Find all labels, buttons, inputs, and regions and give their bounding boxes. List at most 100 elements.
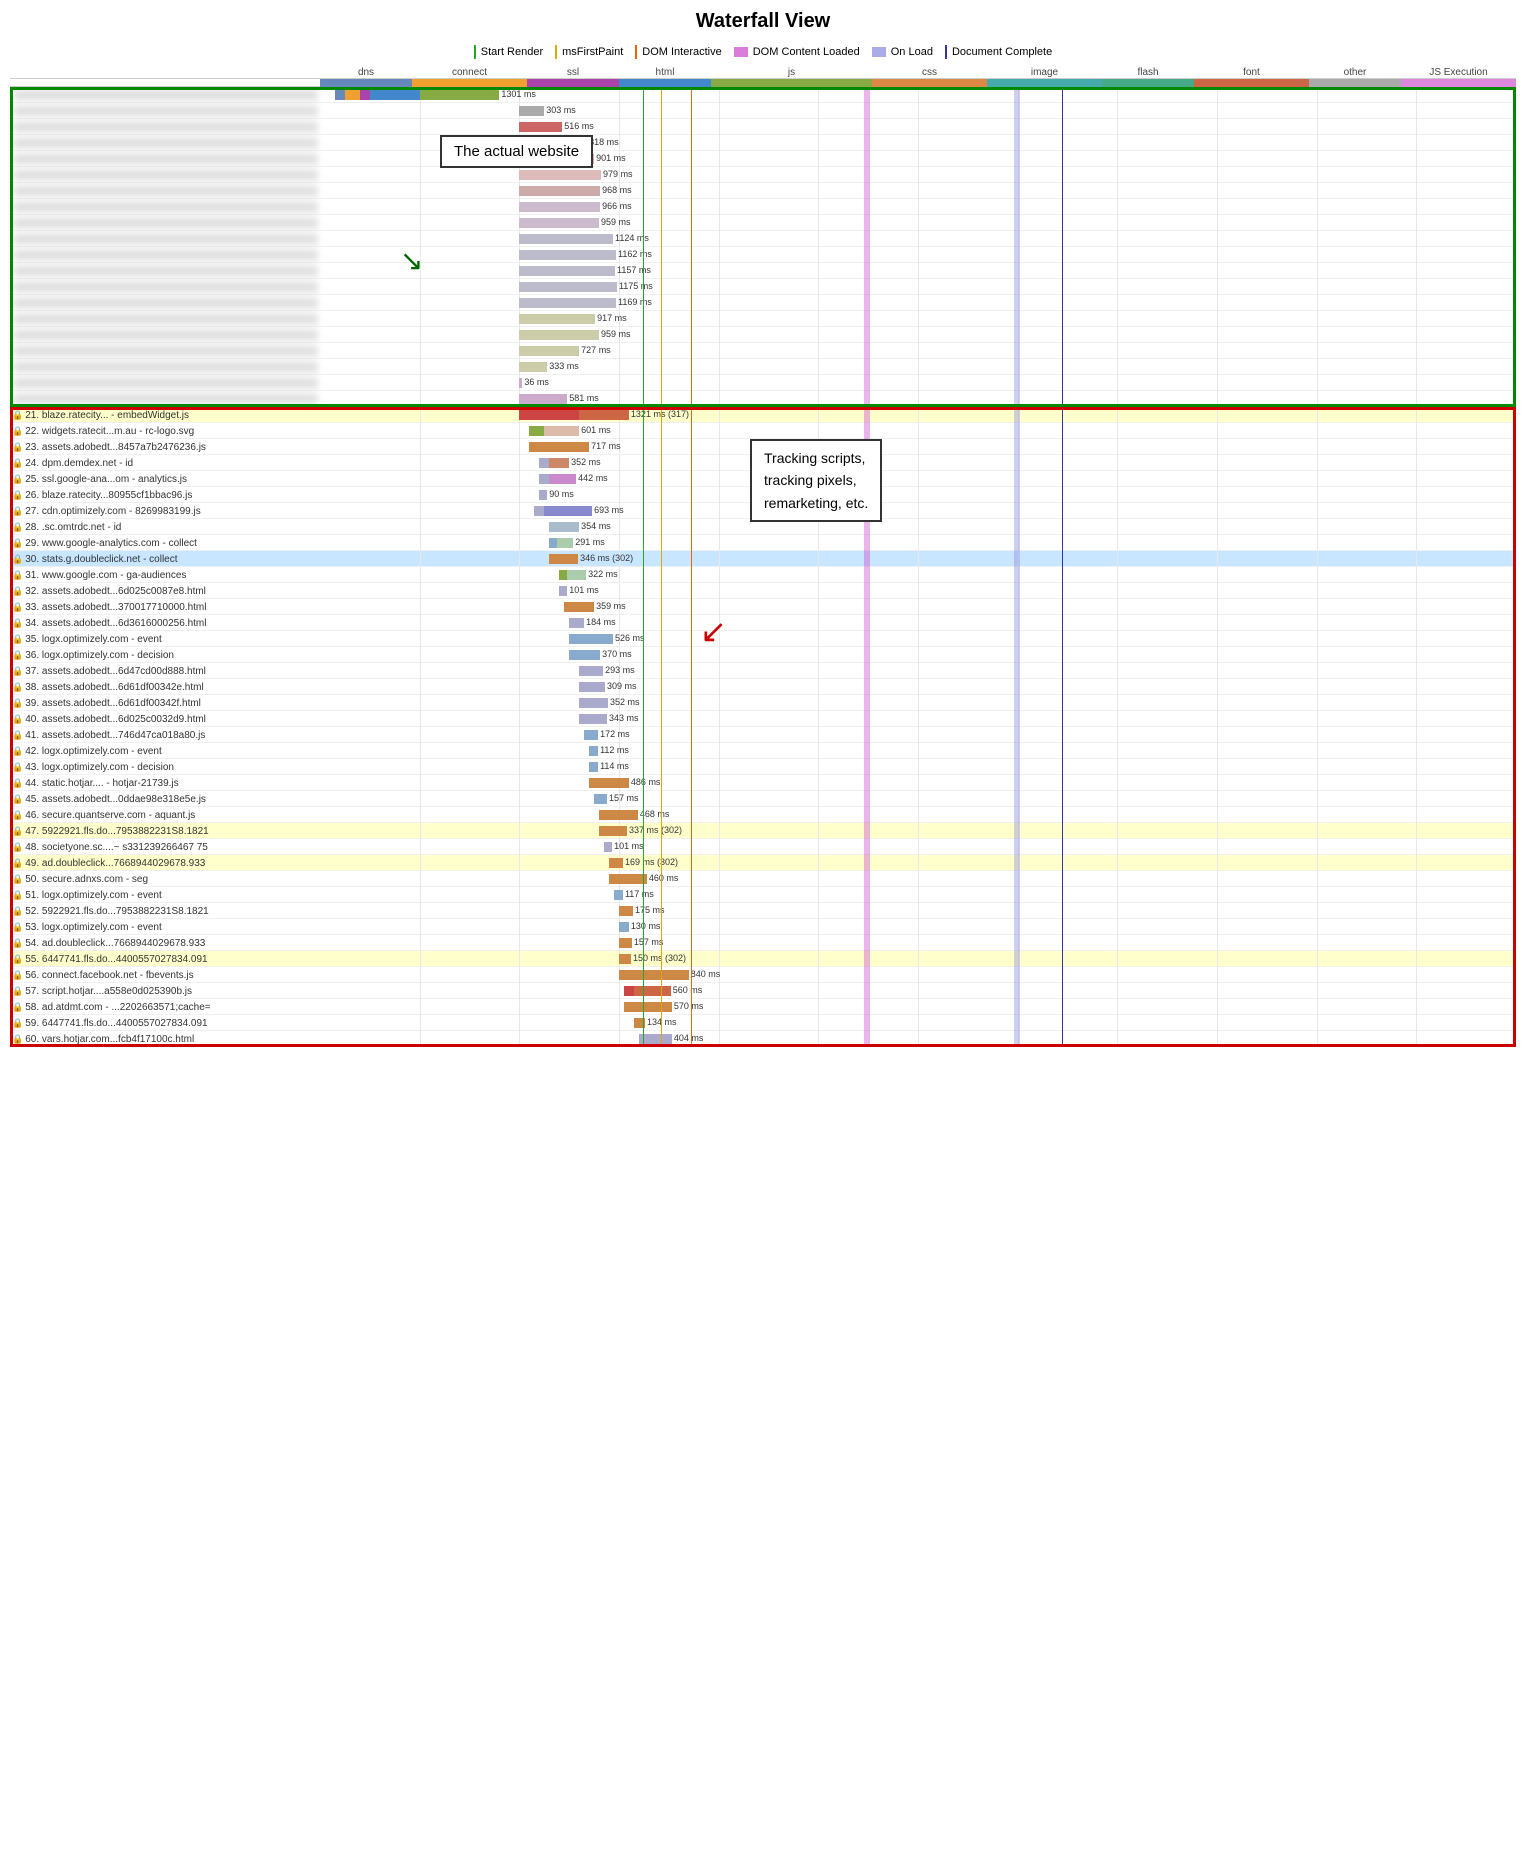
legend-on-load: On Load <box>872 46 933 58</box>
url-text: 🔒55. 6447741.fls.do...4400557027834.091 <box>12 954 208 965</box>
url-text: 🔒30. stats.g.doubleclick.net - collect <box>12 554 178 565</box>
url-text: 🔒46. secure.quantserve.com - aquant.js <box>12 810 195 821</box>
type-font: font <box>1194 67 1309 78</box>
table-row: 🔒33. assets.adobedt...370017710000.html … <box>10 599 1516 615</box>
type-js: js <box>711 67 872 78</box>
table-row: 🔒56. connect.facebook.net - fbevents.js … <box>10 967 1516 983</box>
table-row: 1124 ms <box>10 231 1516 247</box>
url-text: 🔒33. assets.adobedt...370017710000.html <box>12 602 206 613</box>
table-row: 818 ms <box>10 135 1516 151</box>
table-row: 🔒60. vars.hotjar.com...fcb4f17100c.html … <box>10 1031 1516 1047</box>
url-text: 🔒21. blaze.ratecity... - embedWidget.js <box>12 410 189 421</box>
annotation-actual-website: The actual website <box>440 135 593 168</box>
url-text: 🔒43. logx.optimizely.com - decision <box>12 762 174 773</box>
url-text: 🔒23. assets.adobedt...8457a7b2476236.js <box>12 442 206 453</box>
url-text: 🔒35. logx.optimizely.com - event <box>12 634 162 645</box>
table-row: 917 ms <box>10 311 1516 327</box>
table-row: 🔒36. logx.optimizely.com - decision 370 … <box>10 647 1516 663</box>
table-row: 🔒51. logx.optimizely.com - event 117 ms <box>10 887 1516 903</box>
url-text: 🔒54. ad.doubleclick...7668944029678.933 <box>12 938 205 949</box>
url-text: 🔒26. blaze.ratecity...80955cf1bbac96.js <box>12 490 192 501</box>
table-row: 1301 ms <box>10 87 1516 103</box>
type-connect: connect <box>412 67 527 78</box>
table-row: 🔒54. ad.doubleclick...7668944029678.933 … <box>10 935 1516 951</box>
url-text: 🔒25. ssl.google-ana...om - analytics.js <box>12 474 187 485</box>
type-header-row: dns connect ssl html js css image flash … <box>10 67 1516 79</box>
url-text: 🔒31. www.google.com - ga-audiences <box>12 570 186 581</box>
url-text: 🔒58. ad.atdmt.com - ...2202663571;cache= <box>12 1002 211 1013</box>
url-text: 🔒34. assets.adobedt...6d3616000256.html <box>12 618 206 629</box>
url-text: 🔒27. cdn.optimizely.com - 8269983199.js <box>12 506 201 517</box>
table-row: 🔒31. www.google.com - ga-audiences 322 m… <box>10 567 1516 583</box>
url-text: 🔒45. assets.adobedt...0ddae98e318e5e.js <box>12 794 206 805</box>
table-row: 966 ms <box>10 199 1516 215</box>
legend-dom-interactive: DOM Interactive <box>635 45 721 59</box>
table-row: 333 ms <box>10 359 1516 375</box>
table-row: 🔒22. widgets.ratecit...m.au - rc-logo.sv… <box>10 423 1516 439</box>
url-text: 🔒50. secure.adnxs.com - seg <box>12 874 148 885</box>
legend-dom-content-loaded: DOM Content Loaded <box>734 46 860 58</box>
url-text: 🔒51. logx.optimizely.com - event <box>12 890 162 901</box>
table-row: 🔒41. assets.adobedt...746d47ca018a80.js … <box>10 727 1516 743</box>
table-row: 968 ms <box>10 183 1516 199</box>
table-row: 🔒42. logx.optimizely.com - event 112 ms <box>10 743 1516 759</box>
table-row: 959 ms <box>10 215 1516 231</box>
type-css: css <box>872 67 987 78</box>
url-text: 🔒44. static.hotjar.... - hotjar-21739.js <box>12 778 179 789</box>
table-row: 🔒53. logx.optimizely.com - event 130 ms <box>10 919 1516 935</box>
table-row: 🔒39. assets.adobedt...6d61df00342f.html … <box>10 695 1516 711</box>
table-row: 🔒45. assets.adobedt...0ddae98e318e5e.js … <box>10 791 1516 807</box>
table-row: 1175 ms <box>10 279 1516 295</box>
url-text: 🔒32. assets.adobedt...6d025c0087e8.html <box>12 586 206 597</box>
legend-msfirstpaint: msFirstPaint <box>555 45 623 59</box>
url-text: 🔒42. logx.optimizely.com - event <box>12 746 162 757</box>
table-row: 🔒40. assets.adobedt...6d025c0032d9.html … <box>10 711 1516 727</box>
table-row: 🔒21. blaze.ratecity... - embedWidget.js … <box>10 407 1516 423</box>
url-text: 🔒49. ad.doubleclick...7668944029678.933 <box>12 858 205 869</box>
table-row: 1169 ms <box>10 295 1516 311</box>
type-html: html <box>619 67 711 78</box>
url-text: 🔒48. societyone.sc....~ s331239266467 75 <box>12 842 208 853</box>
arrow-tracking: ↙ <box>700 615 727 647</box>
url-text: 🔒28. .sc.omtrdc.net - id <box>12 522 121 533</box>
table-row: 🔒30. stats.g.doubleclick.net - collect 3… <box>10 551 1516 567</box>
table-row: 🔒52. 5922921.fls.do...7953882231S8.1821 … <box>10 903 1516 919</box>
url-text: 🔒38. assets.adobedt...6d61df00342e.html <box>12 682 204 693</box>
table-row: 🔒58. ad.atdmt.com - ...2202663571;cache=… <box>10 999 1516 1015</box>
page-title: Waterfall View <box>0 0 1526 41</box>
table-row: 1157 ms <box>10 263 1516 279</box>
table-row: 🔒37. assets.adobedt...6d47cd00d888.html … <box>10 663 1516 679</box>
table-row: 979 ms <box>10 167 1516 183</box>
table-row: 🔒44. static.hotjar.... - hotjar-21739.js… <box>10 775 1516 791</box>
url-text: 🔒22. widgets.ratecit...m.au - rc-logo.sv… <box>12 426 194 437</box>
annotation-tracking: Tracking scripts,tracking pixels,remarke… <box>750 439 882 522</box>
table-row: 🔒34. assets.adobedt...6d3616000256.html … <box>10 615 1516 631</box>
table-row: 🔒47. 5922921.fls.do...7953882231S8.1821 … <box>10 823 1516 839</box>
legend-bar: Start Render msFirstPaint DOM Interactiv… <box>0 41 1526 67</box>
table-row: 🔒48. societyone.sc....~ s331239266467 75… <box>10 839 1516 855</box>
table-row: 🔒59. 6447741.fls.do...4400557027834.091 … <box>10 1015 1516 1031</box>
table-row: 🔒55. 6447741.fls.do...4400557027834.091 … <box>10 951 1516 967</box>
type-other: other <box>1309 67 1401 78</box>
table-row: 🔒32. assets.adobedt...6d025c0087e8.html … <box>10 583 1516 599</box>
url-text: 🔒47. 5922921.fls.do...7953882231S8.1821 <box>12 826 209 837</box>
table-row: 516 ms <box>10 119 1516 135</box>
table-row: 🔒29. www.google-analytics.com - collect … <box>10 535 1516 551</box>
url-text: 🔒59. 6447741.fls.do...4400557027834.091 <box>12 1018 208 1029</box>
url-text: 🔒37. assets.adobedt...6d47cd00d888.html <box>12 666 206 677</box>
type-ssl: ssl <box>527 67 619 78</box>
table-row: 36 ms <box>10 375 1516 391</box>
arrow-actual-website: ↙ <box>400 247 423 275</box>
legend-document-complete: Document Complete <box>945 45 1052 59</box>
table-row: 581 ms <box>10 391 1516 407</box>
table-row: 901 ms <box>10 151 1516 167</box>
table-row: 727 ms <box>10 343 1516 359</box>
table-row: 🔒49. ad.doubleclick...7668944029678.933 … <box>10 855 1516 871</box>
url-text: 🔒36. logx.optimizely.com - decision <box>12 650 174 661</box>
table-row: 🔒57. script.hotjar....a558e0d025390b.js … <box>10 983 1516 999</box>
table-row: 303 ms <box>10 103 1516 119</box>
type-flash: flash <box>1102 67 1194 78</box>
table-row: 🔒43. logx.optimizely.com - decision 114 … <box>10 759 1516 775</box>
table-row: 🔒35. logx.optimizely.com - event 526 ms <box>10 631 1516 647</box>
type-image: image <box>987 67 1102 78</box>
